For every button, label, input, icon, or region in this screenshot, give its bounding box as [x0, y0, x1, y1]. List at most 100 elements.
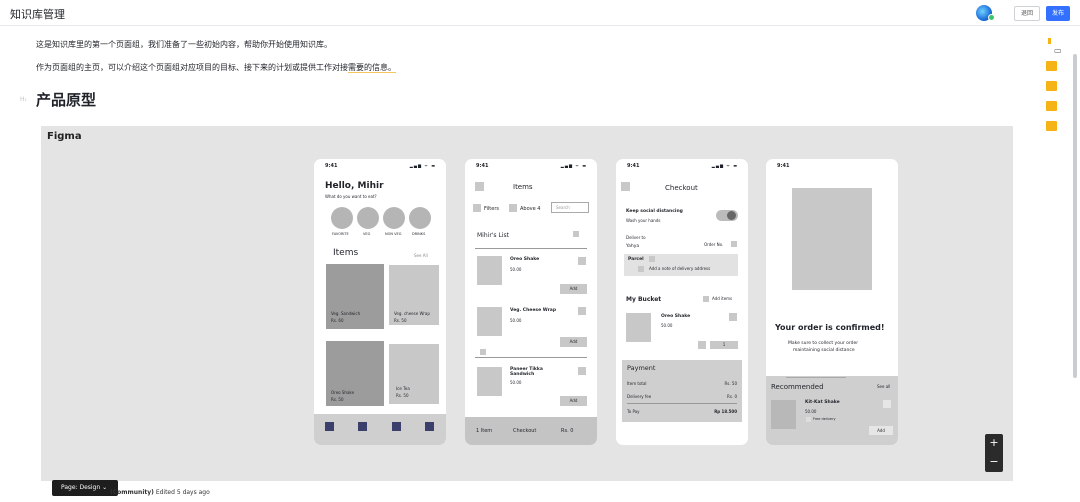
phone-items-screen: 9:41 ▂▄▆ ᯤ ▬ Items Filters Above 4 Searc… [465, 159, 597, 445]
status-icons: ▂▄▆ ᯤ ▬ [560, 163, 587, 168]
category-label: NON VEG [385, 232, 402, 236]
item-card[interactable]: Veg. Sandwich Rs. 60 [326, 264, 384, 329]
add-button[interactable]: Add [869, 426, 893, 435]
filter-icon[interactable] [473, 204, 481, 212]
heading-level-marker[interactable]: H₁ [20, 96, 27, 103]
status-icons: ▂▄▆ ᯤ ▬ [711, 163, 738, 168]
cart-total: Rs. 0 [561, 428, 574, 434]
product-image [477, 307, 502, 336]
app-title: 知识库管理 [10, 8, 65, 21]
payment-title: Payment [627, 364, 656, 372]
status-icons: ▂▄▆ ᯤ ▬ [409, 163, 436, 168]
publish-button[interactable]: 发布 [1046, 6, 1070, 21]
back-icon[interactable] [475, 182, 484, 191]
note-icon[interactable] [1046, 101, 1057, 111]
remove-icon[interactable] [729, 313, 737, 321]
bottom-nav [314, 414, 446, 445]
category-label: DRINKS [412, 232, 426, 236]
item-card[interactable]: Veg. cheese Wrap Rs. 50 [389, 265, 439, 325]
parcel-checkbox[interactable] [649, 256, 655, 262]
comment-icon[interactable]: ▭ [1054, 46, 1062, 55]
folder-icon[interactable] [1046, 61, 1057, 71]
nav-home-icon[interactable] [325, 422, 334, 431]
above-rating-label[interactable]: Above 4 [520, 206, 540, 212]
recommended-item-image [771, 400, 796, 429]
note-icon[interactable] [1046, 121, 1057, 131]
bookmark-icon[interactable] [1048, 38, 1056, 44]
confirmation-title: Your order is confirmed! [775, 323, 885, 332]
exit-button[interactable]: 退回 [1014, 6, 1040, 21]
item-card[interactable]: Oreo Shake Rs. 50 [326, 341, 384, 406]
checkout-label[interactable]: Checkout [513, 428, 536, 434]
category-veg-icon[interactable] [357, 207, 379, 229]
category-nonveg-icon[interactable] [383, 207, 405, 229]
highlighted-text: 需要的信息。 [348, 63, 396, 73]
note-icon[interactable] [1046, 81, 1057, 91]
card-name: Veg. cheese Wrap [394, 311, 430, 316]
figma-footer: (Community) Edited 5 days ago [110, 489, 210, 496]
cart-footer[interactable]: 1 Item Checkout Rs. 0 [465, 417, 597, 445]
product-image [477, 256, 502, 285]
delivery-fee-label: Delivery fee [627, 394, 652, 399]
cart-count: 1 Item [476, 428, 493, 434]
nav-profile-icon[interactable] [425, 422, 434, 431]
add-items-label[interactable]: Add items [712, 296, 732, 301]
customer-name: Yahya [626, 244, 640, 249]
intro-paragraph-1: 这是知识库里的第一个页面组，我们准备了一些初始内容，帮助你开始使用知识库。 [36, 40, 332, 49]
wash-label: Wash your hands [626, 218, 661, 223]
product-price: 50.00 [510, 318, 522, 323]
payment-section: Payment Item total Rs. 50 Delivery fee R… [622, 360, 742, 422]
recommended-item-name: Kit-Kat Shake [805, 400, 840, 405]
category-favorite-icon[interactable] [331, 207, 353, 229]
section-heading: 产品原型 [36, 91, 97, 109]
favorite-icon[interactable] [883, 400, 891, 408]
card-name: Veg. Sandwich [331, 311, 361, 316]
divider [786, 377, 846, 378]
add-items-icon[interactable] [703, 296, 709, 302]
list-menu-icon[interactable] [573, 231, 579, 237]
bucket-title: My Bucket [626, 296, 662, 303]
figma-embed[interactable]: Figma 9:41 ▂▄▆ ᯤ ▬ Hello, Mihir What do … [41, 126, 1013, 481]
page-selector[interactable]: Page: Design ⌄ [52, 480, 118, 496]
category-label: VEG [363, 232, 371, 236]
back-icon[interactable] [621, 182, 630, 191]
checkout-title: Checkout [665, 184, 698, 192]
see-all-link[interactable]: See all [877, 384, 890, 389]
add-button[interactable]: Add [560, 284, 587, 294]
filters-label[interactable]: Filters [484, 206, 499, 212]
items-title: Items [513, 183, 533, 191]
bucket-item-price: 50.00 [661, 323, 673, 328]
nav-cart-icon[interactable] [392, 422, 401, 431]
product-price: 50.00 [510, 380, 522, 385]
footer-community: (Community) [110, 489, 154, 496]
scrollbar[interactable] [1073, 54, 1077, 378]
free-delivery-label: Free delivery [813, 417, 836, 421]
item-card[interactable]: Ice Tea Rs. 50 [389, 344, 439, 404]
search-input[interactable]: Search [551, 202, 589, 213]
order-no-icon [731, 241, 737, 247]
see-all-link[interactable]: See All [414, 253, 428, 258]
nav-search-icon[interactable] [358, 422, 367, 431]
confirmation-subtitle-1: Make sure to collect your order [788, 341, 859, 346]
status-time: 9:41 [777, 163, 790, 169]
toggle-knob [727, 211, 736, 220]
add-button[interactable]: Add [560, 396, 587, 406]
greeting-subtitle: What do you want to eat? [325, 194, 377, 199]
add-button[interactable]: Add [560, 337, 587, 347]
zoom-out-button[interactable]: − [985, 453, 1003, 471]
favorite-icon[interactable] [578, 307, 586, 315]
distancing-label: Keep social distancing [626, 209, 683, 214]
divider [627, 403, 737, 404]
qty-value[interactable]: 1 [710, 341, 738, 349]
rating-icon[interactable] [509, 204, 517, 212]
category-label: FAVORITE [332, 232, 349, 236]
zoom-in-button[interactable]: + [985, 434, 1003, 452]
note-checkbox[interactable] [638, 266, 644, 272]
category-drinks-icon[interactable] [409, 207, 431, 229]
favorite-icon[interactable] [578, 257, 586, 265]
footer-edited: Edited 5 days ago [153, 489, 210, 496]
qty-decrease-button[interactable] [698, 341, 706, 349]
favorite-icon[interactable] [578, 367, 586, 375]
distancing-toggle[interactable] [716, 210, 738, 221]
product-price: 50.00 [510, 267, 522, 272]
